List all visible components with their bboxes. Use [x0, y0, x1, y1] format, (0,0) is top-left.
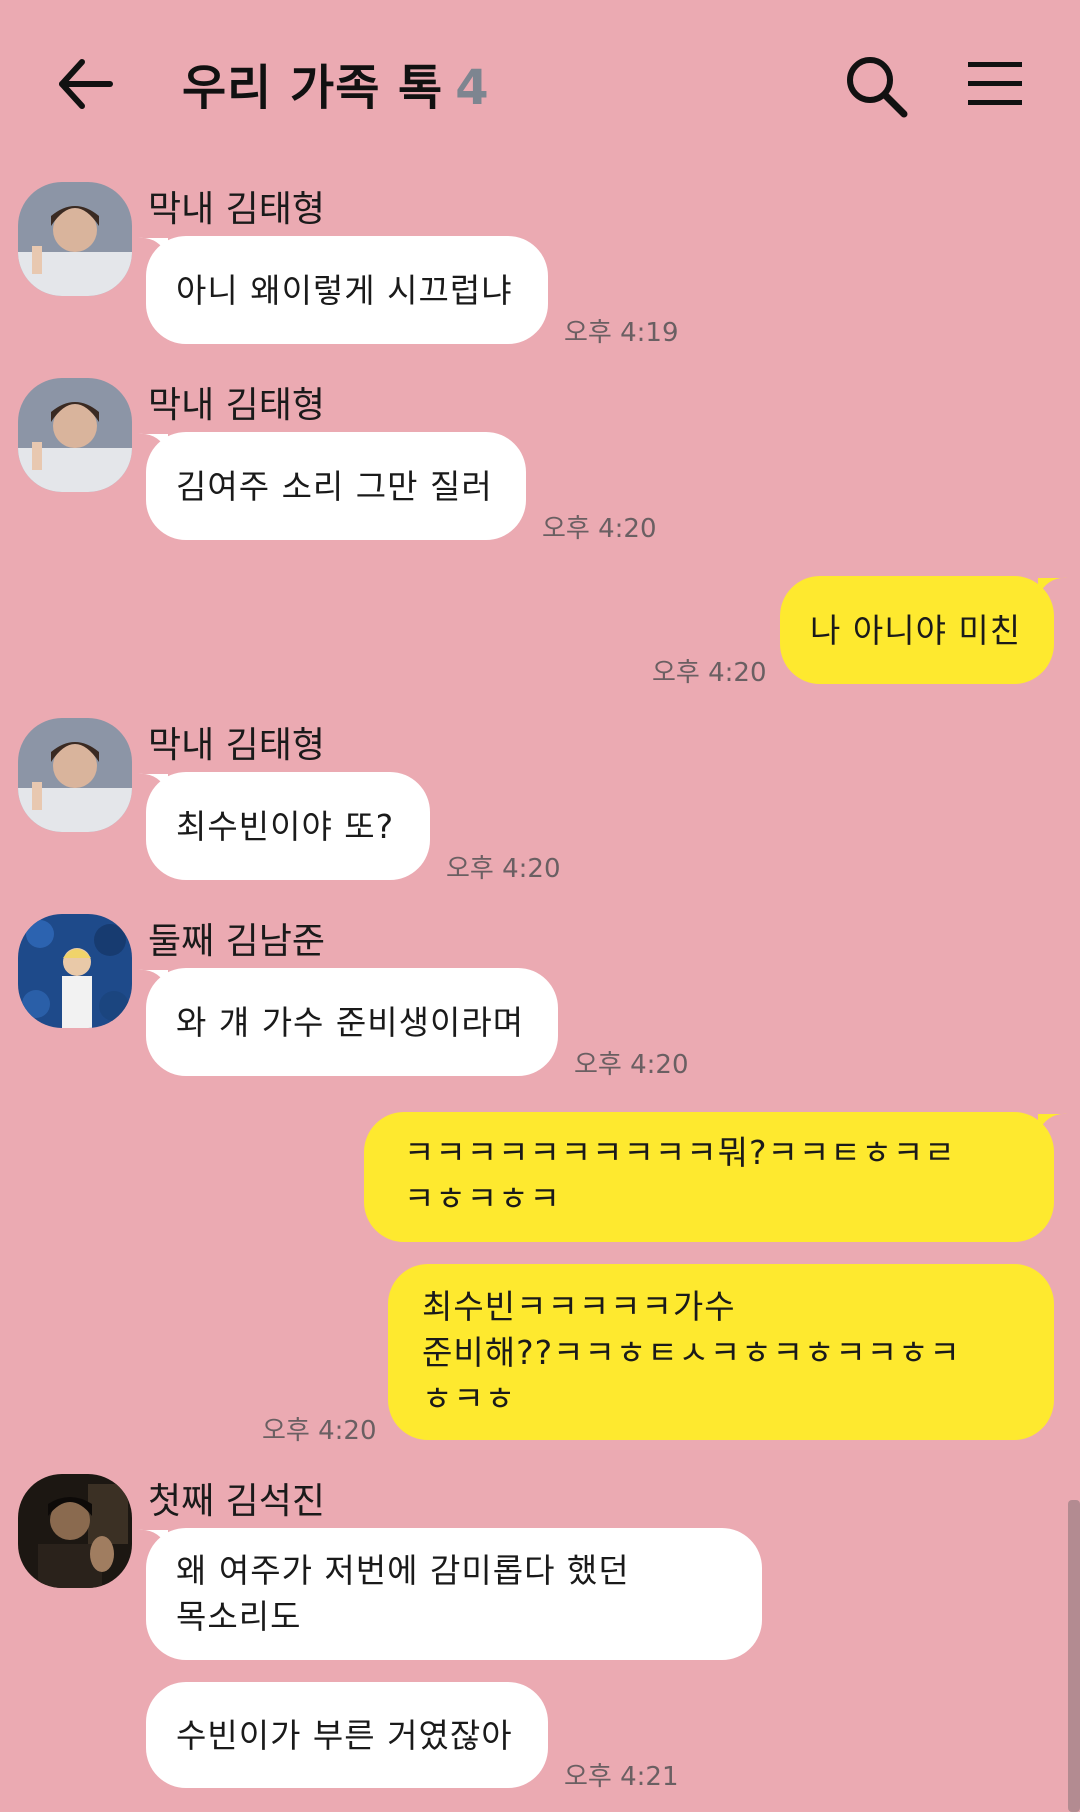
back-button[interactable] — [52, 48, 142, 120]
message-bubble[interactable]: ㅋㅋㅋㅋㅋㅋㅋㅋㅋㅋ뭐?ㅋㅋㅌㅎㅋㄹ ㅋㅎㅋㅎㅋ — [364, 1112, 1054, 1242]
message-text: 아니 왜이렇게 시끄럽냐 — [176, 270, 513, 310]
message-time: 오후 4:20 — [542, 514, 657, 544]
message-text: 최수빈ㅋㅋㅋㅋㅋ가수 준비해??ㅋㅋㅎㅌㅅㅋㅎㅋㅎㅋㅋㅎㅋ ㅎㅋㅎ — [422, 1287, 961, 1418]
avatar-kim-taehyung[interactable] — [18, 182, 132, 296]
avatar-photo — [18, 718, 132, 832]
message-time: 오후 4:20 — [652, 658, 767, 688]
message-bubble[interactable]: 수빈이가 부른 거였잖아 — [146, 1682, 548, 1788]
avatar-kim-seokjin[interactable] — [18, 1474, 132, 1588]
sender-name: 둘째 김남준 — [148, 921, 326, 962]
bubble-tail — [1038, 577, 1068, 596]
menu-button[interactable] — [966, 58, 1024, 110]
chat-title-text: 우리 가족 톡 — [182, 60, 444, 116]
message-time: 오후 4:21 — [564, 1762, 679, 1792]
message-bubble[interactable]: 최수빈ㅋㅋㅋㅋㅋ가수 준비해??ㅋㅋㅎㅌㅅㅋㅎㅋㅎㅋㅋㅎㅋ ㅎㅋㅎ — [388, 1264, 1054, 1440]
message-time: 오후 4:20 — [446, 854, 561, 884]
message-bubble[interactable]: 나 아니야 미친 — [780, 576, 1054, 684]
sender-name: 막내 김태형 — [148, 725, 326, 766]
member-count: 4 — [455, 60, 490, 116]
arrow-left-icon — [59, 59, 113, 109]
message-bubble[interactable]: 와 걔 가수 준비생이라며 — [146, 968, 558, 1076]
message-text: 수빈이가 부른 거였잖아 — [176, 1715, 513, 1755]
avatar-kim-taehyung[interactable] — [18, 718, 132, 832]
chat-title: 우리 가족 톡4 — [182, 48, 490, 118]
message-bubble[interactable]: 왜 여주가 저번에 감미롭다 했던 목소리도 — [146, 1528, 762, 1660]
sender-name: 막내 김태형 — [148, 189, 326, 230]
message-time: 오후 4:19 — [564, 318, 679, 348]
avatar-photo — [18, 914, 132, 1028]
chat-header: 우리 가족 톡4 — [0, 0, 1080, 170]
search-button[interactable] — [842, 52, 912, 122]
search-icon — [847, 57, 908, 118]
message-text: 김여주 소리 그만 질러 — [176, 466, 493, 506]
message-bubble[interactable]: 김여주 소리 그만 질러 — [146, 432, 526, 540]
avatar-photo — [18, 1474, 132, 1588]
avatar-photo — [18, 378, 132, 492]
hamburger-menu-icon — [968, 62, 1022, 105]
bubble-tail — [1038, 1113, 1068, 1132]
message-text: 최수빈이야 또? — [176, 806, 395, 846]
message-text: ㅋㅋㅋㅋㅋㅋㅋㅋㅋㅋ뭐?ㅋㅋㅌㅎㅋㄹ ㅋㅎㅋㅎㅋ — [404, 1133, 956, 1218]
message-text: 와 걔 가수 준비생이라며 — [176, 1002, 525, 1042]
avatar-kim-taehyung[interactable] — [18, 378, 132, 492]
message-text: 나 아니야 미친 — [810, 610, 1022, 650]
message-text: 왜 여주가 저번에 감미롭다 했던 목소리도 — [176, 1551, 630, 1636]
scrollbar[interactable] — [1068, 1500, 1080, 1812]
sender-name: 첫째 김석진 — [148, 1481, 326, 1522]
message-time: 오후 4:20 — [574, 1050, 689, 1080]
avatar-kim-namjoon[interactable] — [18, 914, 132, 1028]
message-time: 오후 4:20 — [262, 1416, 377, 1446]
message-bubble[interactable]: 아니 왜이렇게 시끄럽냐 — [146, 236, 548, 344]
sender-name: 막내 김태형 — [148, 385, 326, 426]
avatar-photo — [18, 182, 132, 296]
message-bubble[interactable]: 최수빈이야 또? — [146, 772, 430, 880]
